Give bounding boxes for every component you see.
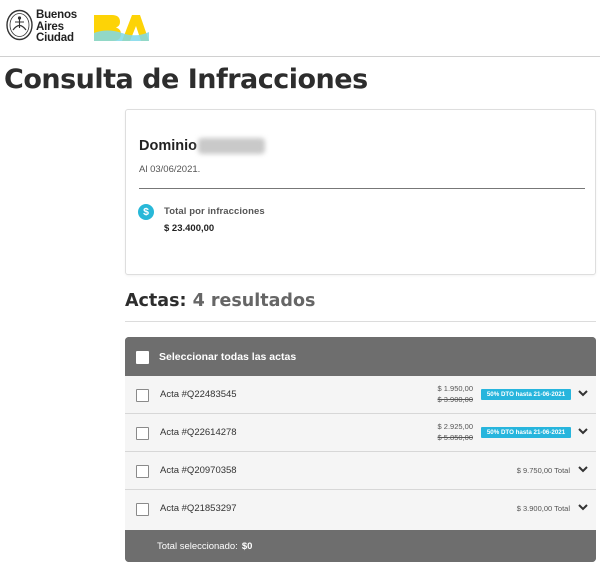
acta-old-price: $ 5.850,00: [437, 433, 473, 442]
acta-row: Acta #Q22483545 $ 1.950,00 $ 3.900,00 50…: [125, 376, 596, 414]
city-name[interactable]: Buenos Aires Ciudad: [36, 9, 77, 45]
table-footer: Total seleccionado: $0: [125, 530, 596, 562]
acta-label: Acta #Q22483545: [160, 389, 237, 400]
ba-logo[interactable]: BA: [92, 11, 150, 43]
select-all-label[interactable]: Seleccionar todas las actas: [159, 351, 296, 363]
footer-text: Total seleccionado: $0: [157, 541, 252, 552]
city-name-line-3: Ciudad: [36, 32, 74, 44]
acta-row: Acta #Q21853297 $ 3.900,00 Total: [125, 490, 596, 530]
acta-checkbox[interactable]: [136, 465, 149, 478]
acta-label: Acta #Q20970358: [160, 465, 237, 476]
chevron-down-icon[interactable]: [577, 387, 589, 399]
city-seal-icon[interactable]: [6, 9, 33, 41]
acta-amount: $ 1.950,00 $ 3.900,00: [438, 383, 473, 405]
actas-heading: Actas: 4 resultados: [125, 291, 315, 311]
chevron-down-icon[interactable]: [577, 501, 589, 513]
total-value: $ 23.400,00: [164, 223, 215, 234]
chevron-down-icon[interactable]: [577, 463, 589, 475]
site-header: Buenos Aires Ciudad BA: [0, 0, 600, 57]
summary-card: Dominio Al 03/06/2021. $ Total por infra…: [125, 109, 596, 275]
acta-checkbox[interactable]: [136, 503, 149, 516]
acta-checkbox[interactable]: [136, 427, 149, 440]
acta-old-price: $ 3.900,00: [437, 395, 473, 404]
acta-row: Acta #Q20970358 $ 9.750,00 Total: [125, 452, 596, 490]
chevron-down-icon[interactable]: [577, 425, 589, 437]
acta-label: Acta #Q21853297: [160, 503, 237, 514]
date-text: Al 03/06/2021.: [139, 164, 201, 175]
acta-row: Acta #Q22614278 $ 2.925,00 $ 5.850,00 50…: [125, 414, 596, 452]
card-divider: [139, 188, 585, 189]
acta-total: $ 3.900,00 Total: [516, 504, 570, 513]
footer-value: $0: [241, 541, 253, 552]
acta-amount: $ 2.925,00 $ 5.850,00: [438, 421, 473, 443]
table-header: Seleccionar todas las actas: [125, 337, 596, 376]
acta-price: $ 1.950,00: [437, 384, 473, 393]
dollar-icon: $: [138, 204, 154, 220]
dominio-label: Dominio: [139, 138, 197, 154]
dominio-value-redacted: [198, 138, 265, 154]
footer-label: Total seleccionado:: [157, 541, 238, 552]
discount-badge: 50% DTO hasta 21-06-2021: [481, 389, 571, 400]
acta-price: $ 2.925,00: [437, 422, 473, 431]
acta-checkbox[interactable]: [136, 389, 149, 402]
acta-label: Acta #Q22614278: [160, 427, 237, 438]
city-name-line-1: Buenos: [36, 9, 77, 21]
discount-badge: 50% DTO hasta 21-06-2021: [481, 427, 571, 438]
actas-divider: [125, 321, 596, 322]
actas-results-count: 4 resultados: [192, 291, 316, 311]
actas-heading-label: Actas:: [125, 291, 187, 311]
actas-table: Seleccionar todas las actas Acta #Q22483…: [125, 337, 596, 562]
select-all-checkbox[interactable]: [136, 351, 149, 364]
total-label: Total por infracciones: [164, 206, 265, 217]
page-title: Consulta de Infracciones: [4, 64, 368, 95]
acta-total: $ 9.750,00 Total: [516, 466, 570, 475]
